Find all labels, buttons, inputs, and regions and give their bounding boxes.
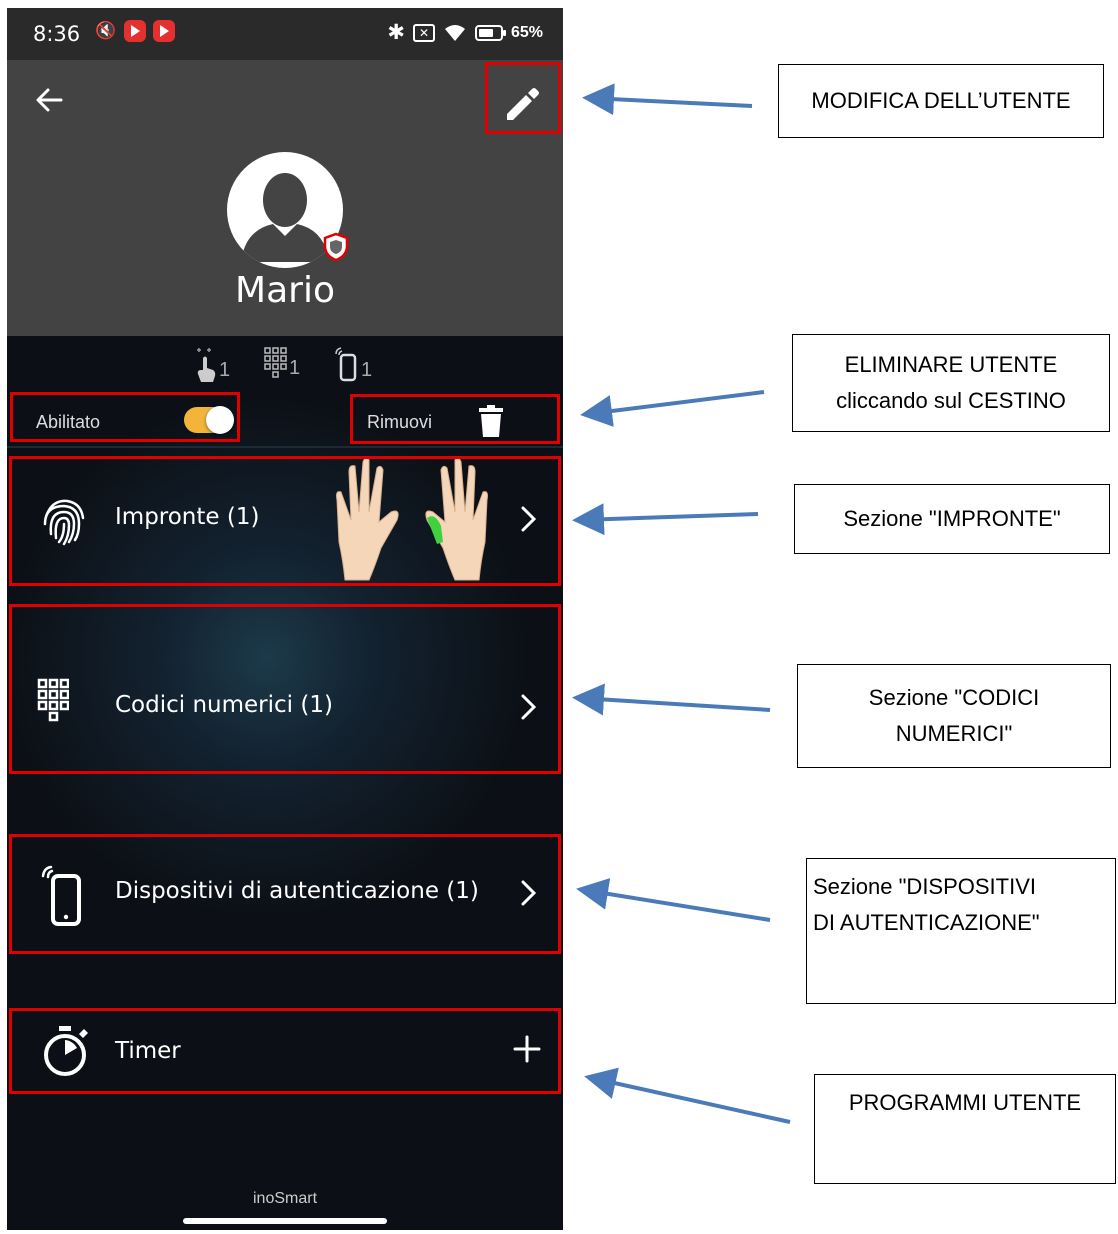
callout-fingerprints: Sezione "IMPRONTE" xyxy=(794,484,1110,554)
arrow-remove xyxy=(580,390,765,427)
callout-programs: PROGRAMMI UTENTE xyxy=(814,1074,1116,1184)
credential-counts: 1 1 1 xyxy=(7,346,563,386)
bluetooth-icon: ✱ xyxy=(387,21,405,44)
highlight-fingerprints xyxy=(9,456,561,586)
callout-devices: Sezione "DISPOSITIVI DI AUTENTICAZIONE" xyxy=(806,858,1116,1004)
highlight-edit xyxy=(485,62,561,134)
highlight-enabled xyxy=(10,392,240,442)
admin-shield-icon xyxy=(323,232,349,262)
callout-edit-user: MODIFICA DELL’UTENTE xyxy=(778,64,1104,138)
notification-icons: 🔇 xyxy=(95,20,175,42)
phone-small-icon xyxy=(335,347,357,382)
battery-icon xyxy=(474,24,506,41)
callout-codes: Sezione "CODICI NUMERICI" xyxy=(797,664,1111,768)
mute-icon: 🔇 xyxy=(95,21,117,40)
divider xyxy=(7,446,563,448)
highlight-remove xyxy=(350,394,560,444)
device-count: 1 xyxy=(333,346,372,382)
back-arrow-icon[interactable] xyxy=(29,80,69,120)
highlight-devices xyxy=(9,834,561,954)
wifi-icon xyxy=(444,24,465,41)
arrow-fingerprints xyxy=(572,503,759,536)
arrow-codes xyxy=(572,683,771,716)
touch-finger-icon xyxy=(197,348,216,382)
arrow-programs xyxy=(584,1067,791,1124)
fingerprint-count: 1 xyxy=(195,346,230,382)
annotated-screenshot: 8:36 🔇 ✱ ✕ 65% Mario 1 1 1 Abilitato Rim… xyxy=(0,0,1118,1234)
youtube-icon xyxy=(124,20,146,42)
youtube-icon xyxy=(153,20,175,42)
battery-level: 65% xyxy=(510,23,543,41)
user-name: Mario xyxy=(235,270,335,311)
status-bar: 8:36 🔇 ✱ ✕ 65% xyxy=(7,8,563,60)
gesture-home-bar[interactable] xyxy=(183,1218,387,1224)
status-time: 8:36 xyxy=(33,22,81,46)
arrow-edit xyxy=(582,83,753,116)
sim-icon: ✕ xyxy=(412,23,435,42)
keypad-small-icon xyxy=(264,347,287,378)
arrow-devices xyxy=(576,878,771,922)
user-header: Mario xyxy=(7,60,563,336)
highlight-timer xyxy=(9,1008,561,1094)
highlight-codes xyxy=(9,604,561,774)
brand-footer: inoSmart xyxy=(252,1190,318,1207)
code-count: 1 xyxy=(263,346,300,380)
system-icons: ✱ ✕ 65% xyxy=(387,20,543,45)
callout-delete-user: ELIMINARE UTENTE cliccando sul CESTINO xyxy=(792,334,1110,432)
